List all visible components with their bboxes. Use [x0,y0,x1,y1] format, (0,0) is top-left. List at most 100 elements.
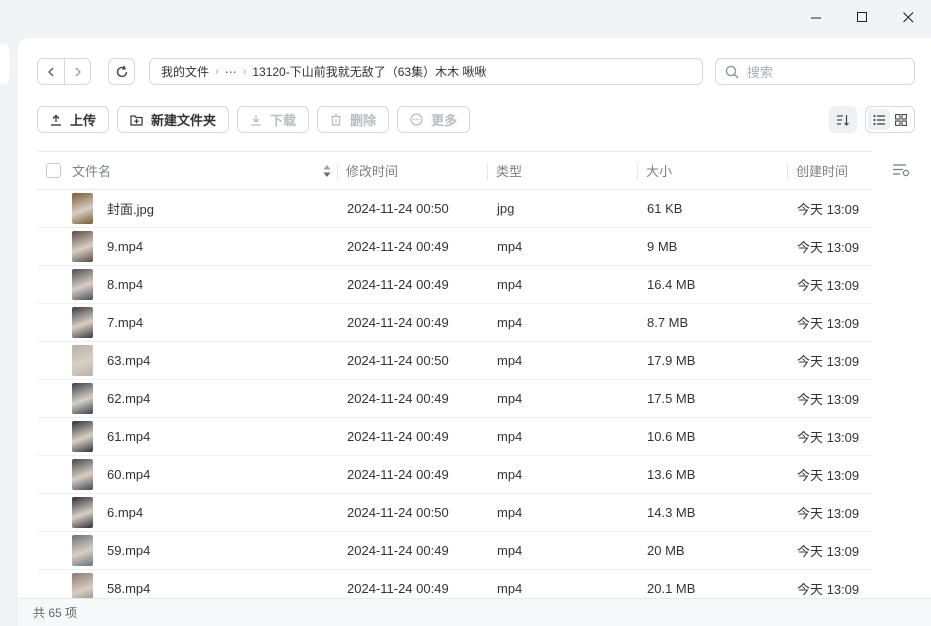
file-name-cell: 62.mp4 [72,380,337,417]
upload-button[interactable]: 上传 [37,106,110,133]
column-settings-icon[interactable] [892,163,910,177]
refresh-button[interactable] [108,58,135,85]
more-circle-icon [410,113,423,126]
row-select-cell [37,304,72,341]
created-cell: 今天 13:09 [797,278,860,293]
row-select-cell [37,266,72,303]
type-cell: mp4 [497,581,523,596]
column-header-size[interactable]: 大小 [637,152,787,189]
file-name[interactable]: 61.mp4 [107,429,150,444]
status-bar: 共 65 项 [18,598,931,626]
new-folder-label: 新建文件夹 [151,113,217,128]
table-row[interactable]: 6.mp4 2024-11-24 00:50 mp4 14.3 MB 今天 13:09 [37,494,872,532]
file-thumbnail [72,383,93,414]
forward-button[interactable] [64,59,90,84]
file-name[interactable]: 封面.jpg [107,199,154,218]
table-row[interactable]: 58.mp4 2024-11-24 00:49 mp4 20.1 MB 今天 13:09 [37,570,872,598]
size-cell: 20.1 MB [647,581,696,596]
size-cell: 10.6 MB [647,429,696,444]
modified-cell: 2024-11-24 00:49 [347,543,449,558]
table-row[interactable]: 61.mp4 2024-11-24 00:49 mp4 10.6 MB 今天 13:09 [37,418,872,456]
file-name[interactable]: 8.mp4 [107,277,143,292]
row-select-cell [37,380,72,417]
download-label: 下载 [270,113,297,128]
table-row[interactable]: 7.mp4 2024-11-24 00:49 mp4 8.7 MB 今天 13:09 [37,304,872,342]
select-all-checkbox[interactable] [46,163,61,178]
created-cell: 今天 13:09 [797,354,860,369]
row-select-cell [37,532,72,569]
column-header-type[interactable]: 类型 [487,152,637,189]
action-toolbar: 上传 新建文件夹 下载 删除 更多 [37,106,478,133]
delete-button[interactable]: 删除 [317,106,390,133]
file-table: 文件名 修改时间 类型 大小 创建时间 封面.jpg 2024-11-24 00:… [37,151,872,598]
upload-label: 上传 [70,113,97,128]
minimize-button[interactable] [793,0,839,34]
breadcrumb-separator-icon: › [215,65,219,78]
file-name[interactable]: 60.mp4 [107,467,150,482]
file-name-cell: 59.mp4 [72,532,337,569]
type-cell: mp4 [497,353,523,368]
file-thumbnail [72,459,93,490]
row-select-cell [37,342,72,379]
new-folder-button[interactable]: 新建文件夹 [117,106,230,133]
column-header-type-label: 类型 [496,164,523,179]
file-name[interactable]: 63.mp4 [107,353,150,368]
table-row[interactable]: 60.mp4 2024-11-24 00:49 mp4 13.6 MB 今天 13:09 [37,456,872,494]
modified-cell: 2024-11-24 00:49 [347,581,449,596]
modified-cell: 2024-11-24 00:50 [347,505,449,520]
download-button[interactable]: 下载 [237,106,310,133]
view-mode-toggle [865,106,915,133]
modified-cell: 2024-11-24 00:49 [347,429,449,444]
table-row[interactable]: 59.mp4 2024-11-24 00:49 mp4 20 MB 今天 13:09 [37,532,872,570]
modified-cell: 2024-11-24 00:49 [347,391,449,406]
file-browser-panel: 我的文件 › ⋯ › 13120-下山前我就无敌了（63集）木木 啾啾 搜索 上… [18,38,931,598]
breadcrumb-current[interactable]: 13120-下山前我就无敌了（63集）木木 啾啾 [252,63,486,80]
created-cell: 今天 13:09 [797,392,860,407]
file-name[interactable]: 6.mp4 [107,505,143,520]
table-row[interactable]: 封面.jpg 2024-11-24 00:50 jpg 61 KB 今天 13:09 [37,190,872,228]
column-header-modified[interactable]: 修改时间 [337,152,487,189]
breadcrumb-more[interactable]: ⋯ [225,65,237,79]
row-select-cell [37,418,72,455]
sidebar-selected-card [0,44,9,84]
search-placeholder: 搜索 [747,65,774,80]
modified-cell: 2024-11-24 00:50 [347,201,449,216]
close-button[interactable] [885,0,931,34]
file-name[interactable]: 7.mp4 [107,315,143,330]
created-cell: 今天 13:09 [797,202,860,217]
type-cell: mp4 [497,239,523,254]
file-name[interactable]: 62.mp4 [107,391,150,406]
size-cell: 14.3 MB [647,505,696,520]
file-thumbnail [72,573,93,598]
back-button[interactable] [38,59,64,84]
table-row[interactable]: 62.mp4 2024-11-24 00:49 mp4 17.5 MB 今天 13:09 [37,380,872,418]
file-thumbnail [72,269,93,300]
table-row[interactable]: 8.mp4 2024-11-24 00:49 mp4 16.4 MB 今天 13:09 [37,266,872,304]
grid-view-icon [895,113,907,126]
size-cell: 61 KB [647,201,683,216]
row-select-cell [37,494,72,531]
column-header-modified-label: 修改时间 [346,164,399,179]
file-name[interactable]: 59.mp4 [107,543,150,558]
type-cell: mp4 [497,277,523,292]
breadcrumb-root[interactable]: 我的文件 [161,63,209,80]
row-select-cell [37,228,72,265]
refresh-icon [116,65,127,77]
select-all-cell [37,152,72,189]
type-cell: mp4 [497,315,523,330]
sidebar-edge [0,38,18,598]
file-name-cell: 8.mp4 [72,266,337,303]
file-name[interactable]: 9.mp4 [107,239,143,254]
table-row[interactable]: 9.mp4 2024-11-24 00:49 mp4 9 MB 今天 13:09 [37,228,872,266]
list-view-button[interactable] [868,109,890,130]
maximize-button[interactable] [839,0,885,34]
file-name[interactable]: 58.mp4 [107,581,150,596]
sort-button[interactable] [829,106,857,133]
column-header-created[interactable]: 创建时间 [787,152,872,189]
table-row[interactable]: 63.mp4 2024-11-24 00:50 mp4 17.9 MB 今天 13:09 [37,342,872,380]
grid-view-button[interactable] [890,109,912,130]
maximize-icon [856,11,867,22]
search-input[interactable]: 搜索 [715,58,915,85]
column-header-name[interactable]: 文件名 [72,152,337,189]
more-button[interactable]: 更多 [397,106,471,133]
